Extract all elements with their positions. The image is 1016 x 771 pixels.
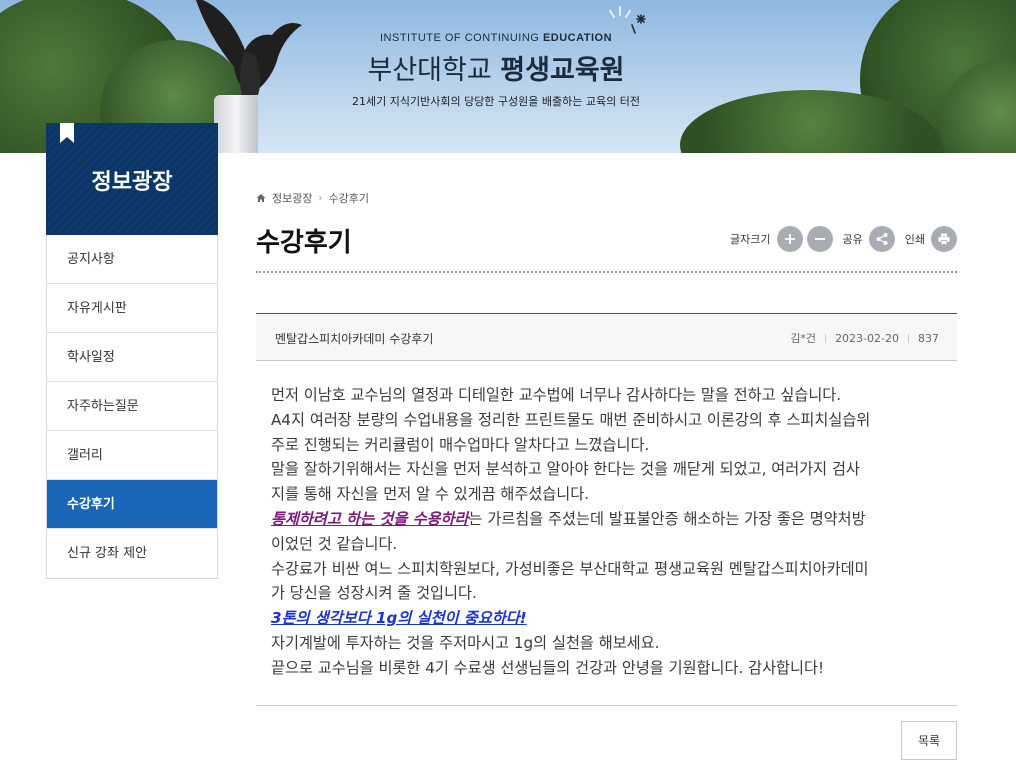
body-line: 수강료가 비싼 여느 스피치학원보다, 가성비좋은 부산대학교 평생교육원 멘탈… <box>271 559 869 578</box>
sidebar-item-gallery[interactable]: 갤러리 <box>47 431 217 480</box>
banner-tagline: 21세기 지식기반사회의 당당한 구성원을 배출하는 교육의 터전 <box>352 95 640 108</box>
minus-icon <box>814 238 825 240</box>
sidebar-header: 정보광장 <box>46 123 218 235</box>
post-author: 김*건 <box>790 332 817 345</box>
font-increase-button[interactable] <box>776 226 803 252</box>
sidebar-item-faq[interactable]: 자주하는질문 <box>47 382 217 431</box>
post-meta: 김*건 2023-02-20 837 <box>790 330 939 346</box>
body-line: 지를 통해 자신을 먼저 알 수 있게끔 해주셨습니다. <box>271 485 590 504</box>
meta-divider <box>908 333 909 343</box>
font-size-label: 글자크기 <box>730 233 771 246</box>
bookmark-icon <box>60 123 74 143</box>
title-divider <box>256 271 957 273</box>
body-line: 먼저 이남호 교수님의 열정과 디테일한 교수법에 너무나 감사하다는 말을 전… <box>271 386 842 404</box>
home-icon[interactable] <box>256 193 266 203</box>
breadcrumb-level1[interactable]: 정보광장 <box>272 190 312 206</box>
share-button[interactable] <box>868 226 895 252</box>
plus-icon <box>784 234 795 244</box>
breadcrumb-level2[interactable]: 수강후기 <box>328 190 368 206</box>
print-label: 인쇄 <box>904 233 925 246</box>
post-title: 멘탈갑스피치아카데미 수강후기 <box>275 332 434 346</box>
body-line: 통제하려고 하는 것을 수용하라는 가르침을 주셨는데 발표불안증 해소하는 가… <box>271 507 951 532</box>
sidebar-item-academic-calendar[interactable]: 학사일정 <box>47 333 217 382</box>
font-decrease-button[interactable] <box>806 226 833 252</box>
print-icon <box>938 233 950 245</box>
page-title: 수강후기 <box>256 228 352 258</box>
post-date: 2023-02-20 <box>835 331 899 345</box>
body-line: 이었던 것 같습니다. <box>271 534 398 553</box>
post-header: 멘탈갑스피치아카데미 수강후기 김*건 2023-02-20 837 <box>256 313 957 361</box>
sidebar-title: 정보광장 <box>91 170 173 195</box>
body-line: 3톤의 생각보다 1g의 실천이 중요하다! <box>271 606 951 631</box>
post-views: 837 <box>918 331 939 345</box>
sidebar-item-course-proposal[interactable]: 신규 강좌 제안 <box>47 529 217 578</box>
sidebar-item-free-board[interactable]: 자유게시판 <box>47 284 217 333</box>
institute-english-name: INSTITUTE OF CONTINUING EDUCATION <box>379 32 613 44</box>
body-text: 는 가르침을 주셨는데 발표불안증 해소하는 가장 좋은 명약처방 <box>468 509 866 528</box>
emphasis-text: 통제하려고 하는 것을 수용하라 <box>271 509 469 528</box>
meta-divider <box>825 333 827 343</box>
share-icon <box>876 233 888 245</box>
sidebar-item-notice[interactable]: 공지사항 <box>47 235 217 284</box>
body-line: 가 당신을 성장시켜 줄 것입니다. <box>271 584 477 603</box>
share-label: 공유 <box>842 233 863 246</box>
emphasis-text: 3톤의 생각보다 1g의 실천이 중요하다! <box>271 609 527 628</box>
list-button[interactable]: 목록 <box>901 721 957 760</box>
page-tools: 글자크기 공유 인쇄 <box>730 226 957 252</box>
print-button[interactable] <box>931 226 957 252</box>
breadcrumb: 정보광장 › 수강후기 <box>256 190 369 206</box>
sidebar-item-course-reviews[interactable]: 수강후기 <box>47 480 217 529</box>
body-line: 말을 잘하기위해서는 자신을 먼저 분석하고 알아야 한다는 것을 깨닫게 되었… <box>271 460 860 479</box>
body-line: 끝으로 교수님을 비롯한 4기 수료생 선생님들의 건강과 안녕을 기원합니다.… <box>271 658 825 677</box>
body-divider <box>256 705 957 706</box>
body-line: 자기계발에 투자하는 것을 주저마시고 1g의 실천을 해보세요. <box>271 633 660 652</box>
post-body: 먼저 이남호 교수님의 열정과 디테일한 교수법에 너무나 감사하다는 말을 전… <box>271 383 951 681</box>
sidebar-menu: 공지사항 자유게시판 학사일정 자주하는질문 갤러리 수강후기 신규 강좌 제안 <box>46 235 218 579</box>
body-line: A4지 여러장 분량의 수업내용을 정리한 프린트물도 매번 준비하시고 이론강… <box>271 410 871 429</box>
institute-korean-name[interactable]: 부산대학교 평생교육원 <box>0 48 1004 87</box>
breadcrumb-separator-icon: › <box>318 192 323 204</box>
body-line: 주로 진행되는 커리큘럼이 매수업마다 알차다고 느꼈습니다. <box>271 435 650 454</box>
